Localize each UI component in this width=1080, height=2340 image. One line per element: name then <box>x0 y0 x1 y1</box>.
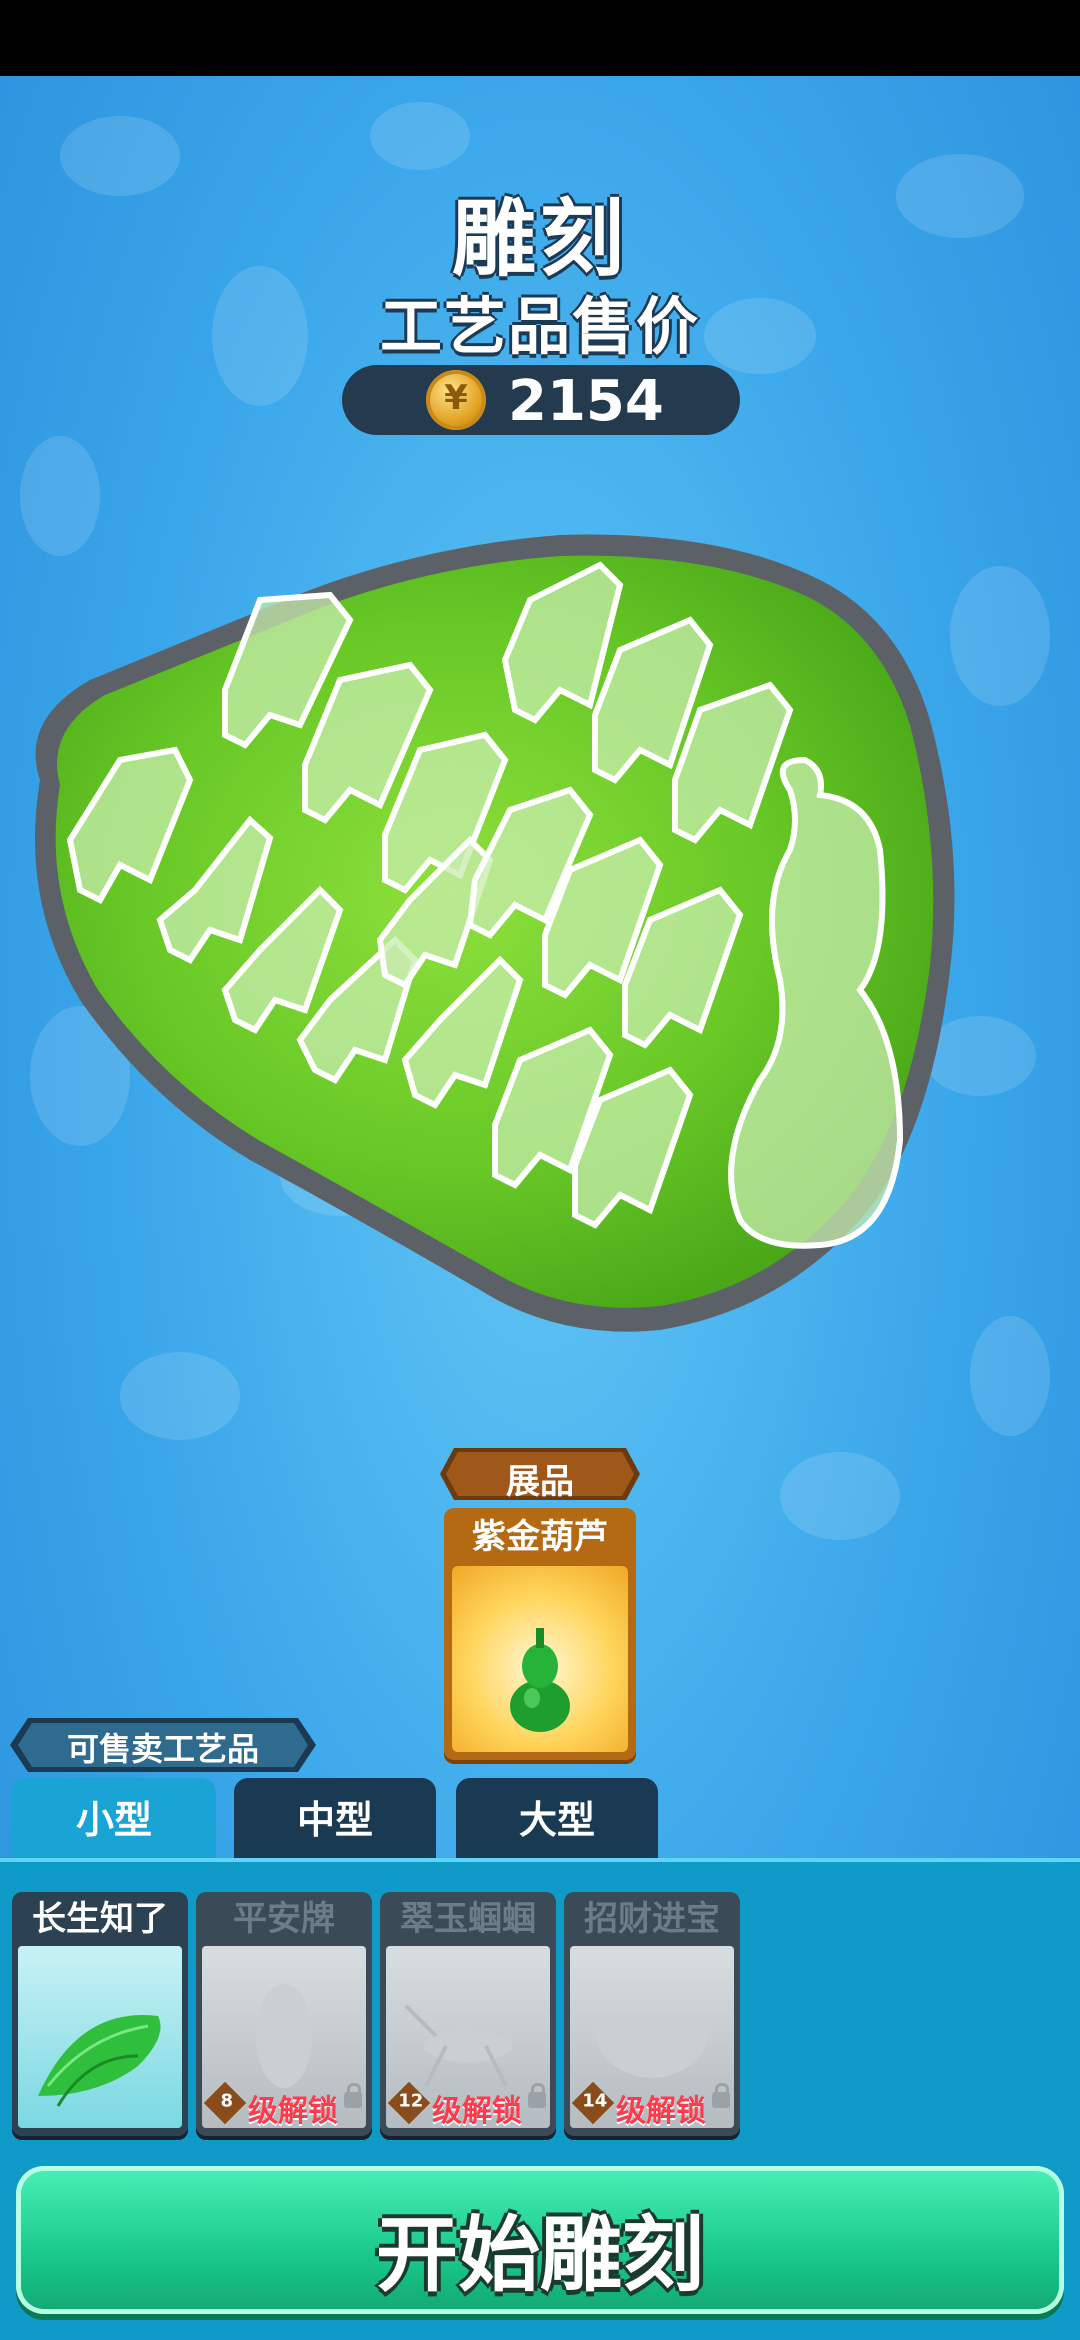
panel-divider <box>0 1858 1080 1862</box>
item-name: 平安牌 <box>233 1899 335 1939</box>
item-name: 招财进宝 <box>584 1899 720 1939</box>
lock-icon <box>712 2083 730 2108</box>
item-card-pingan[interactable]: 平安牌 8 级解锁 <box>196 1892 372 2136</box>
start-carving-label: 开始雕刻 <box>375 2208 704 2303</box>
tab-medium[interactable]: 中型 <box>234 1778 436 1862</box>
jade-carving-board[interactable] <box>0 520 1080 1340</box>
page-title: 雕刻 <box>451 190 628 288</box>
item-card-grasshopper[interactable]: 翠玉蝈蝈 12 级解锁 <box>380 1892 556 2136</box>
unlock-text: 级解锁 <box>432 2094 522 2129</box>
unlock-text: 级解锁 <box>248 2094 338 2129</box>
status-bar <box>0 0 1080 76</box>
gourd-icon <box>510 1628 570 1732</box>
item-name: 长生知了 <box>32 1899 168 1939</box>
sellable-banner-label: 可售卖工艺品 <box>66 1730 259 1768</box>
level-badge: 12 <box>387 2081 431 2125</box>
start-carving-button[interactable]: 开始雕刻 <box>16 2166 1064 2314</box>
exhibit-card[interactable]: 紫金葫芦 <box>444 1508 636 1760</box>
item-name: 翠玉蝈蝈 <box>400 1899 536 1939</box>
item-card-ingot[interactable]: 招财进宝 14 级解锁 <box>564 1892 740 2136</box>
page-subtitle: 工艺品售价 <box>379 290 700 363</box>
lock-row: 12 级解锁 <box>384 2081 552 2129</box>
lock-row: 14 级解锁 <box>568 2081 736 2129</box>
coin-icon <box>426 370 486 430</box>
exhibit-name: 紫金葫芦 <box>472 1517 608 1557</box>
exhibit-banner-label: 展品 <box>506 1462 574 1502</box>
item-card-cicada[interactable]: 长生知了 <box>12 1892 188 2136</box>
lock-icon <box>528 2083 546 2108</box>
lock-row: 8 级解锁 <box>200 2081 368 2129</box>
price-value: 2154 <box>508 369 664 434</box>
level-badge: 14 <box>571 2081 615 2125</box>
level-badge: 8 <box>203 2081 247 2125</box>
lock-icon <box>344 2083 362 2108</box>
price-display: 2154 <box>342 365 740 435</box>
unlock-text: 级解锁 <box>616 2094 706 2129</box>
item-art <box>18 1946 182 2128</box>
exhibit-art <box>452 1566 628 1752</box>
tab-small[interactable]: 小型 <box>12 1778 216 1862</box>
cicada-icon <box>38 2015 161 2107</box>
tab-large[interactable]: 大型 <box>456 1778 658 1862</box>
